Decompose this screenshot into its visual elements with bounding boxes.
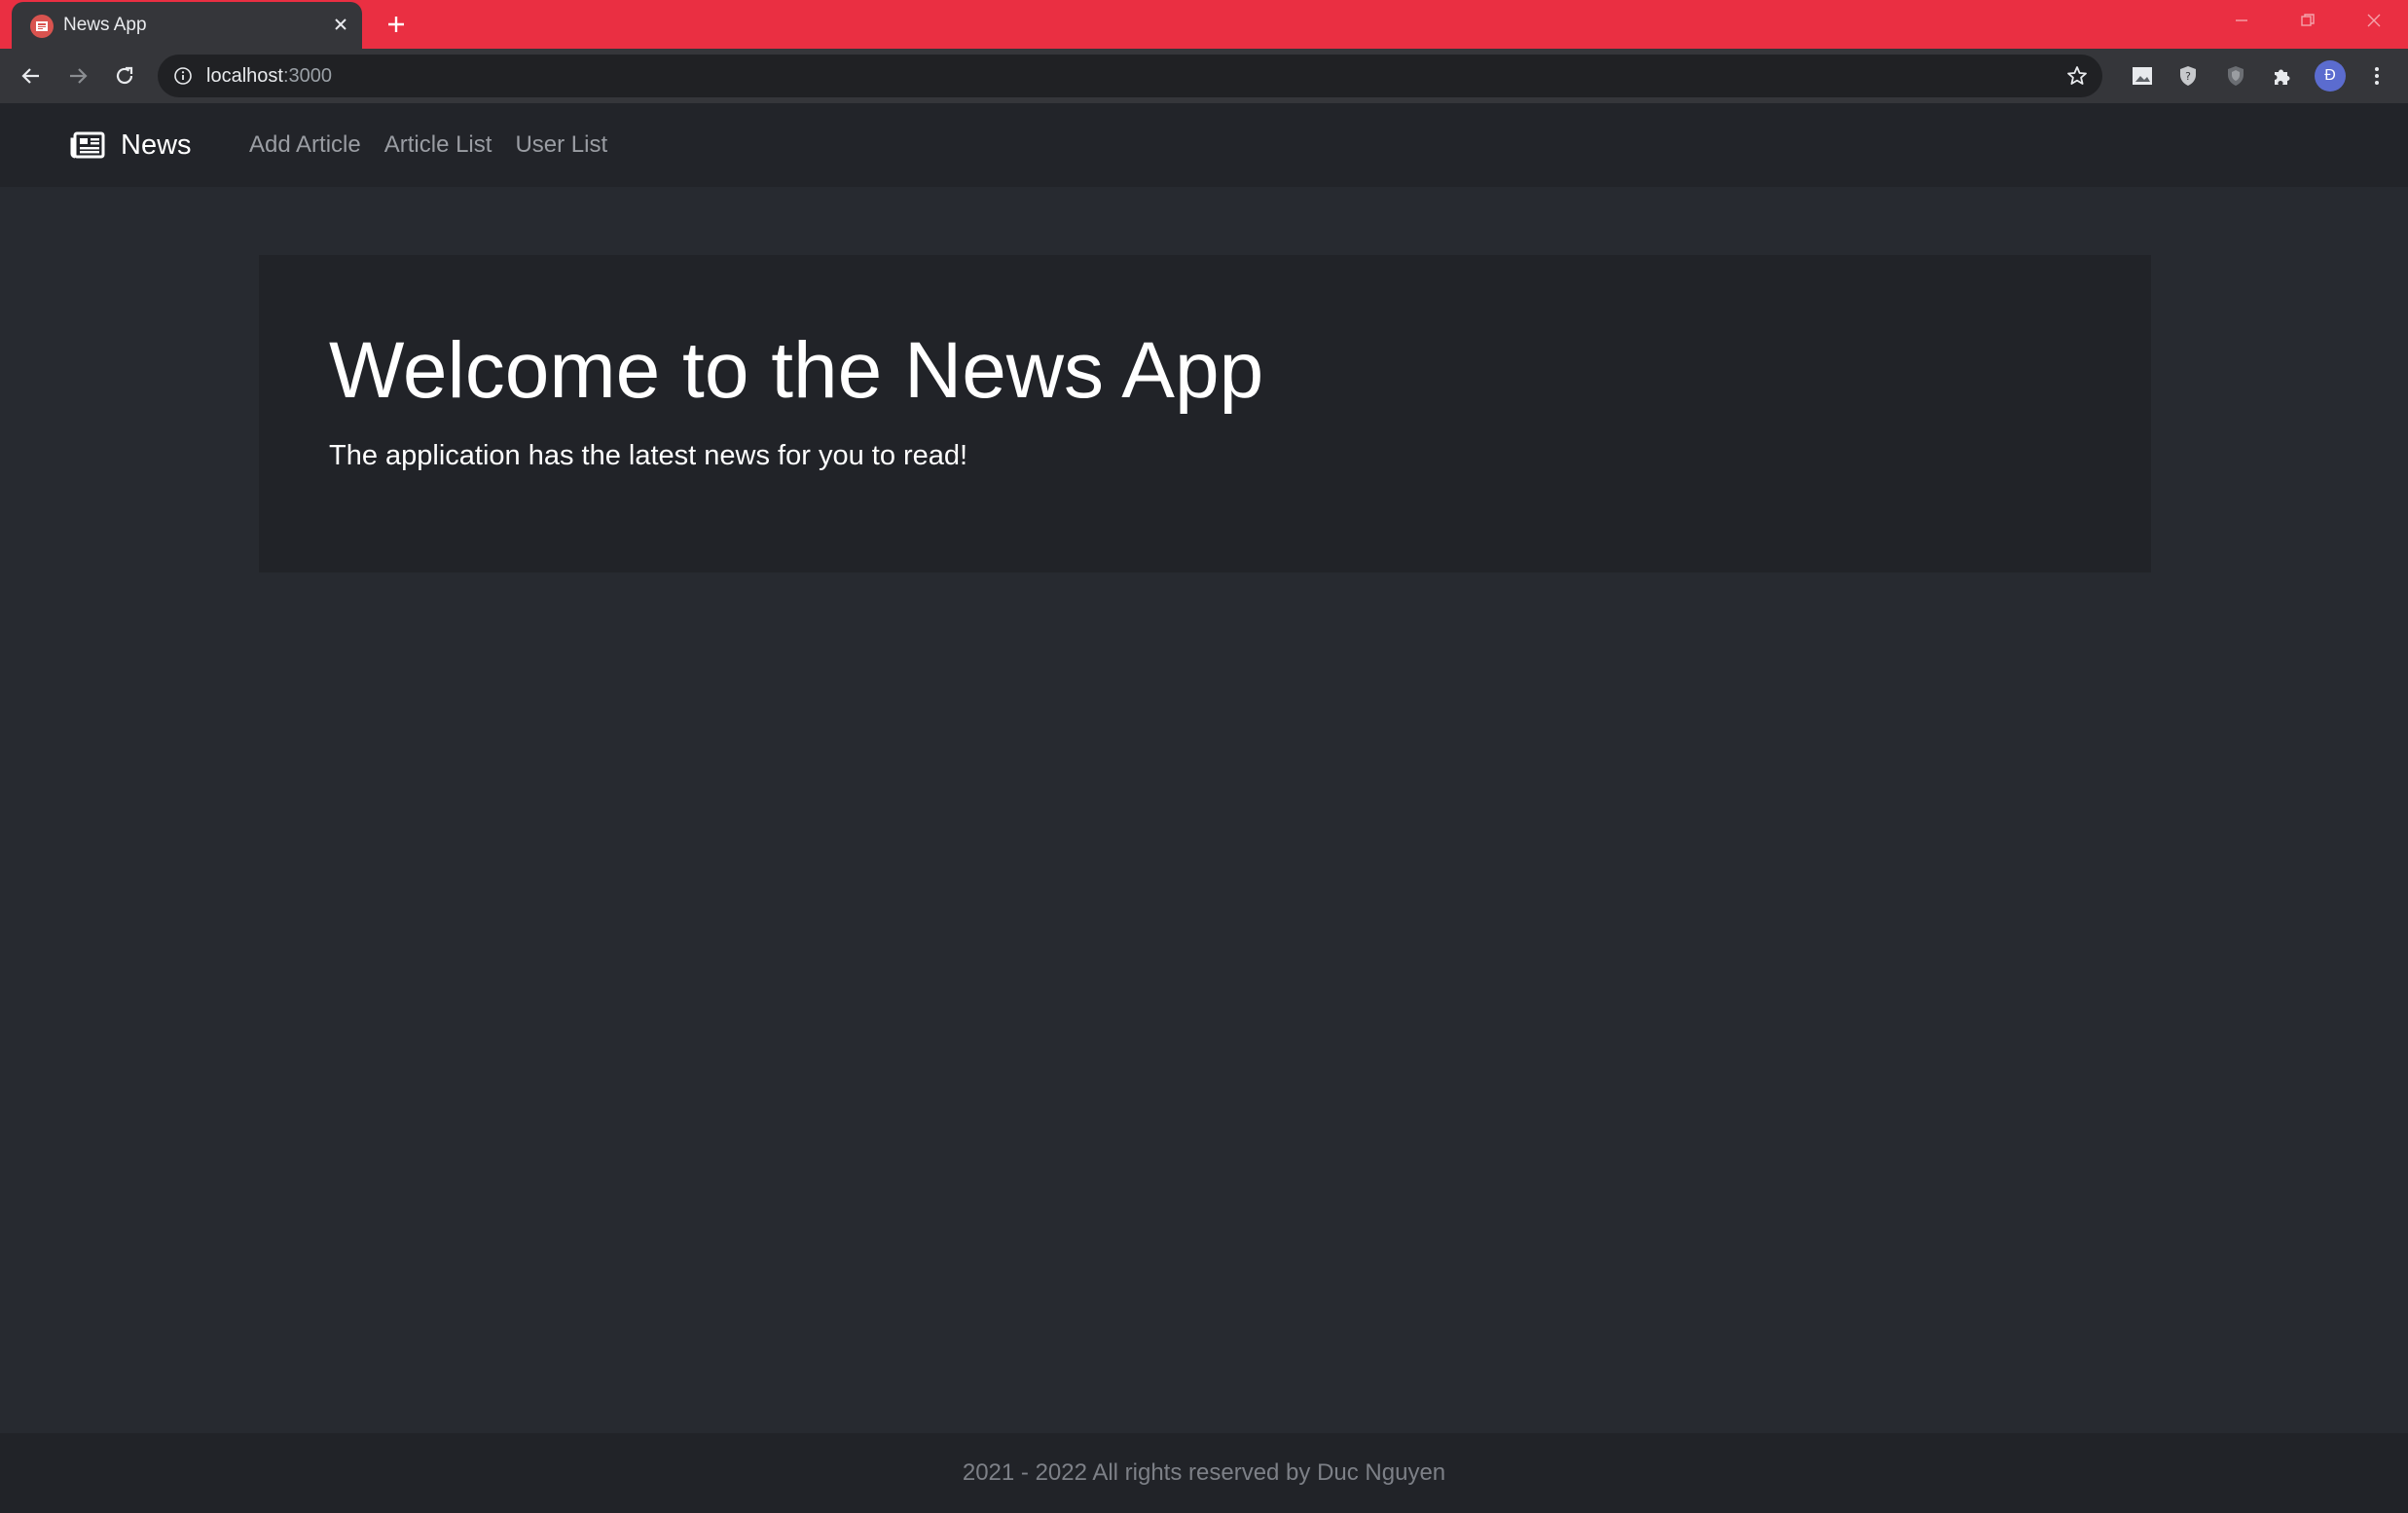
site-footer: 2021 - 2022 All rights reserved by Duc N… [0,1433,2408,1513]
footer-copyright: 2021 - 2022 All rights reserved by Duc N… [962,1459,1446,1486]
minimize-icon[interactable] [2219,6,2264,35]
nav-link-article-list[interactable]: Article List [384,131,493,159]
reload-icon[interactable] [107,58,142,93]
browser-tab[interactable]: News App [12,2,362,49]
tab-close-icon[interactable] [329,13,352,36]
site-navbar: News Add Article Article List User List [0,103,2408,187]
back-arrow-icon[interactable] [14,58,49,93]
site-info-icon[interactable] [171,64,195,88]
new-tab-plus-icon[interactable] [382,10,411,39]
extensions-puzzle-icon[interactable] [2267,60,2298,92]
url-port: :3000 [282,65,332,87]
nav-links: Add Article Article List User List [249,103,631,187]
url-host: localhost [206,65,283,87]
favicon-icon [30,15,54,38]
shield-extension-icon[interactable] [2220,60,2251,92]
profile-avatar[interactable]: Đ [2315,60,2346,92]
close-window-icon[interactable] [2352,6,2396,35]
url-text[interactable]: localhost:3000 [206,64,332,88]
screenshot-extension-icon[interactable] [2127,60,2158,92]
nav-link-add-article[interactable]: Add Article [249,131,361,159]
bookmark-star-icon[interactable] [2063,62,2091,90]
forward-arrow-icon[interactable] [60,58,95,93]
nav-link-user-list[interactable]: User List [515,131,607,159]
address-bar[interactable]: localhost:3000 [158,55,2102,97]
shield-question-extension-icon[interactable]: ? [2172,60,2204,92]
brand-text: News [121,129,192,161]
browser-titlebar: News App [0,0,2408,49]
hero-lead: The application has the latest news for … [329,440,968,471]
navbar-brand[interactable]: News [70,103,192,187]
restore-icon[interactable] [2285,6,2330,35]
hero-jumbotron: Welcome to the News App The application … [259,255,2151,572]
hero-title: Welcome to the News App [329,326,1264,415]
newspaper-icon [70,131,105,159]
browser-menu-icon[interactable] [2361,60,2392,92]
svg-text:?: ? [2185,70,2191,83]
browser-toolbar: localhost:3000 [0,49,2408,103]
tab-title: News App [63,15,147,35]
